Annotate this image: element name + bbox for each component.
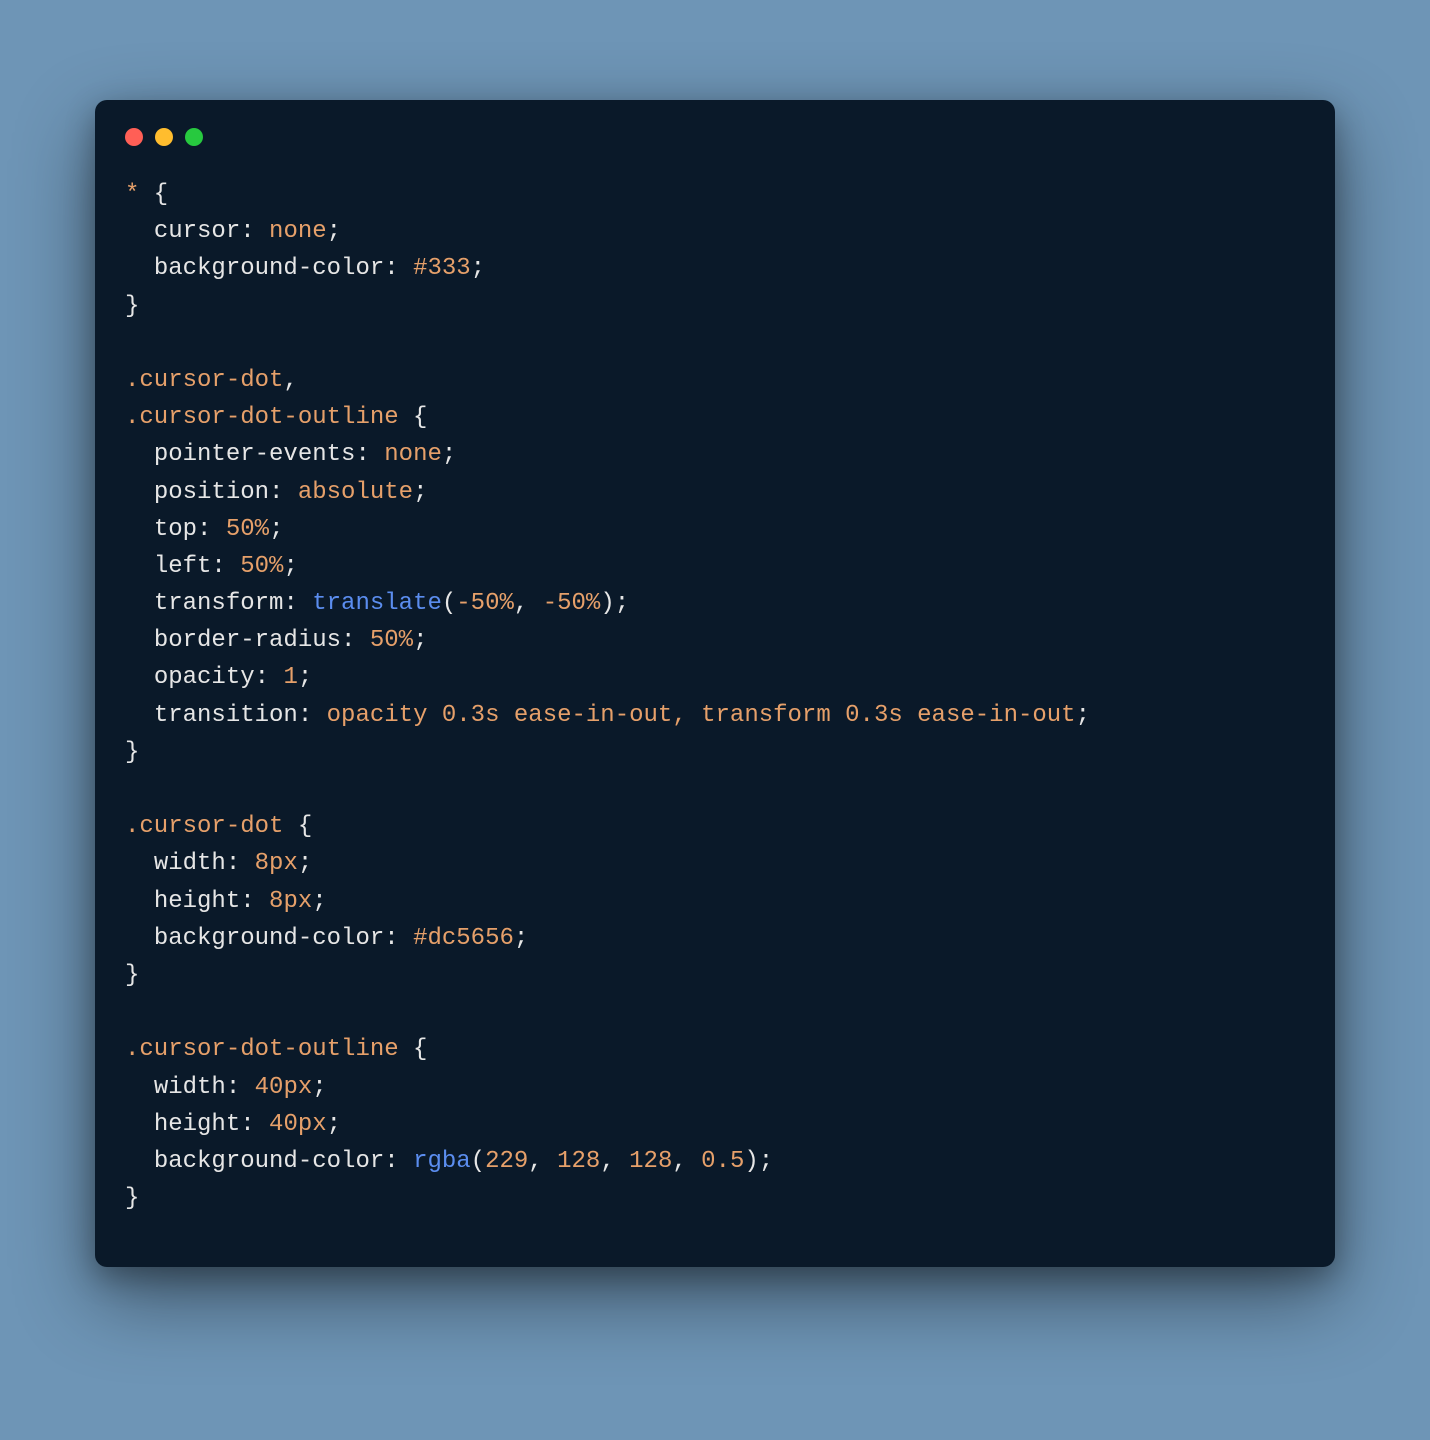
token-num: 128 [629,1148,672,1175]
token-punc: : [384,925,413,952]
token-punc: : [197,516,226,543]
token-num: 8px [255,850,298,877]
token-prop: width [154,1074,226,1101]
token-punc: { [283,813,312,840]
token-prop: background-color [154,255,384,282]
token-punc: ; [298,664,312,691]
close-icon[interactable] [125,128,143,146]
token-prop: background-color [154,925,384,952]
token-punc: { [139,181,168,208]
token-punc: : [255,664,284,691]
token-punc: { [399,404,428,431]
maximize-icon[interactable] [185,128,203,146]
token-punc: ; [413,627,427,654]
token-punc: } [125,1185,139,1212]
token-kw: none [384,441,442,468]
token-kw: opacity 0.3s ease-in-out, transform 0.3s… [327,702,1076,729]
token-prop: height [154,1111,240,1138]
code-block: * { cursor: none; background-color: #333… [125,176,1305,1217]
token-num: #333 [413,255,471,282]
token-punc: : [384,1148,413,1175]
token-prop: position [154,479,269,506]
token-punc: ; [327,218,341,245]
token-punc: : [240,1111,269,1138]
token-func: rgba [413,1148,471,1175]
token-func: translate [312,590,442,617]
token-punc: ); [600,590,629,617]
token-prop: opacity [154,664,255,691]
token-prop: left [154,553,212,580]
token-punc: ( [471,1148,485,1175]
token-sel: .cursor-dot-outline [125,404,399,431]
token-num: 40px [255,1074,313,1101]
minimize-icon[interactable] [155,128,173,146]
token-kw: absolute [298,479,413,506]
token-punc: ( [442,590,456,617]
token-punc: , [600,1148,629,1175]
token-kw: none [269,218,327,245]
token-punc: ; [312,888,326,915]
token-num: 50% [370,627,413,654]
token-punc: } [125,293,139,320]
token-punc: : [211,553,240,580]
token-punc: ); [744,1148,773,1175]
token-sel: * [125,181,139,208]
token-punc: : [341,627,370,654]
token-prop: transition [154,702,298,729]
token-punc: : [269,479,298,506]
traffic-lights [125,128,1305,146]
token-num: -50% [543,590,601,617]
token-num: 1 [283,664,297,691]
token-punc: : [283,590,312,617]
token-prop: pointer-events [154,441,356,468]
token-sel: .cursor-dot-outline [125,1036,399,1063]
token-sel: .cursor-dot [125,813,283,840]
token-punc: ; [312,1074,326,1101]
token-num: 50% [240,553,283,580]
token-punc: , [514,590,543,617]
token-punc: : [240,888,269,915]
token-prop: width [154,850,226,877]
token-prop: height [154,888,240,915]
token-punc: { [399,1036,428,1063]
code-window: * { cursor: none; background-color: #333… [95,100,1335,1267]
token-num: 0.5 [701,1148,744,1175]
token-punc: : [298,702,327,729]
token-punc: : [226,850,255,877]
token-punc: : [355,441,384,468]
token-prop: top [154,516,197,543]
token-punc: , [283,367,297,394]
token-punc: ; [298,850,312,877]
token-punc: ; [442,441,456,468]
token-punc: } [125,962,139,989]
token-prop: border-radius [154,627,341,654]
token-sel: .cursor-dot [125,367,283,394]
token-punc: ; [327,1111,341,1138]
token-num: 8px [269,888,312,915]
token-punc: ; [514,925,528,952]
token-punc: ; [283,553,297,580]
token-num: -50% [456,590,514,617]
token-num: 128 [557,1148,600,1175]
token-punc: , [528,1148,557,1175]
token-prop: transform [154,590,284,617]
token-punc: ; [269,516,283,543]
token-punc: : [240,218,269,245]
token-punc: } [125,739,139,766]
token-punc: : [384,255,413,282]
token-punc: : [226,1074,255,1101]
token-num: 50% [226,516,269,543]
token-num: 229 [485,1148,528,1175]
token-num: 40px [269,1111,327,1138]
token-punc: ; [471,255,485,282]
token-prop: background-color [154,1148,384,1175]
token-prop: cursor [154,218,240,245]
token-punc: ; [413,479,427,506]
token-punc: ; [1076,702,1090,729]
token-punc: , [672,1148,701,1175]
token-num: #dc5656 [413,925,514,952]
